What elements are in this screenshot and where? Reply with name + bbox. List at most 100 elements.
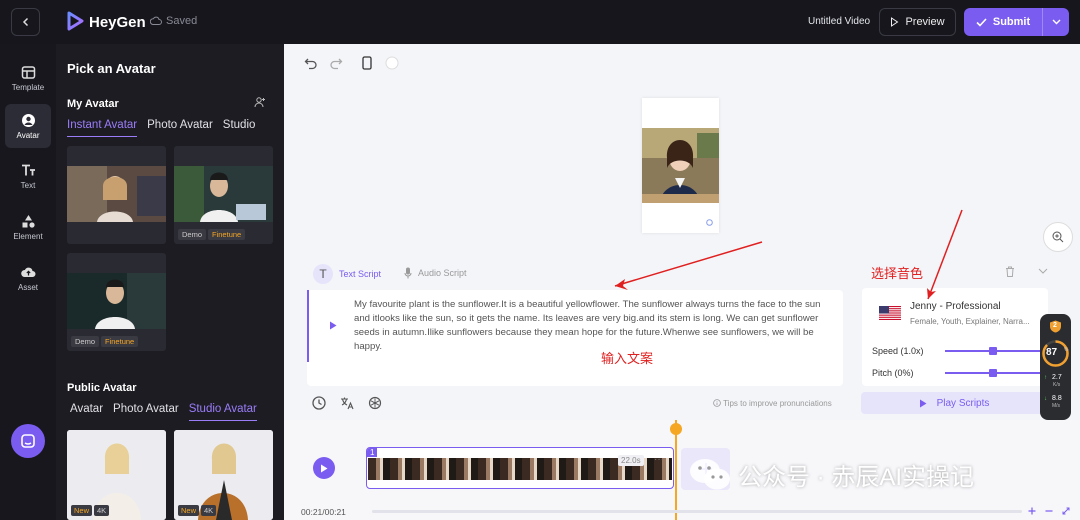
script-toolbar — [312, 396, 382, 410]
usage-percent: 87 — [1046, 347, 1058, 358]
tab-photo-avatar[interactable]: Photo Avatar — [147, 119, 213, 137]
tab-text-script[interactable]: T Text Script — [313, 264, 381, 284]
play-outline-icon — [891, 17, 899, 27]
more-icon[interactable]: ··· — [654, 454, 664, 465]
tab-audio-script[interactable]: Audio Script — [404, 267, 467, 279]
add-user-icon — [254, 97, 265, 108]
rail-label-element: Element — [13, 231, 43, 241]
chevron-down-icon[interactable] — [1038, 268, 1048, 274]
submit-dropdown[interactable] — [1043, 19, 1069, 25]
play-scripts-label: Play Scripts — [936, 397, 990, 409]
video-title[interactable]: Untitled Video — [808, 16, 870, 27]
preview-button[interactable]: Preview — [879, 8, 956, 36]
avatar-icon — [21, 113, 35, 127]
play-scripts-button[interactable]: Play Scripts — [861, 392, 1047, 414]
avatar-card[interactable]: Demo Finetune — [174, 146, 273, 244]
rail-item-text[interactable]: Text — [5, 154, 51, 198]
submit-main[interactable]: Submit — [964, 8, 1043, 36]
tab-studio[interactable]: Studio — [223, 119, 256, 137]
avatar-card[interactable]: Demo Finetune — [67, 253, 166, 351]
avatar-card[interactable] — [67, 146, 166, 244]
pitch-slider-thumb[interactable] — [989, 369, 997, 377]
tab-studio-avatar[interactable]: Studio Avatar — [188, 403, 257, 421]
speed-slider-thumb[interactable] — [989, 347, 997, 355]
back-button[interactable] — [11, 8, 40, 36]
avatar-preview-image — [642, 128, 719, 203]
redo-icon[interactable] — [329, 56, 343, 70]
us-flag-icon — [879, 306, 901, 320]
playhead-knob[interactable] — [670, 423, 682, 435]
script-text[interactable]: My favourite plant is the sunflower.It i… — [354, 298, 832, 354]
frame-handle-icon[interactable] — [706, 219, 713, 226]
usage-percent-sign: % — [1064, 347, 1069, 353]
avatar-badges: New 4K — [178, 505, 217, 516]
zoom-in-icon — [1052, 231, 1064, 243]
badge-new: New — [71, 505, 93, 516]
cloud-check-icon — [150, 16, 162, 25]
voice-selector[interactable]: Jenny - Professional Female, Youth, Expl… — [862, 288, 1048, 386]
rail-item-template[interactable]: Template — [5, 56, 51, 100]
timeline-scrollbar[interactable] — [372, 510, 1022, 513]
timeline-play-button[interactable] — [313, 457, 335, 479]
trash-icon[interactable] — [1005, 266, 1015, 277]
text-script-icon: T — [313, 264, 333, 284]
chevron-left-icon — [22, 17, 28, 27]
avatar-panel: Pick an Avatar My Avatar Instant Avatar … — [56, 44, 284, 520]
rail-item-element[interactable]: Element — [5, 205, 51, 249]
panel-title: Pick an Avatar — [67, 61, 156, 76]
download-speed: 8.8 — [1052, 395, 1062, 402]
tab-instant-avatar[interactable]: Instant Avatar — [67, 119, 138, 137]
play-icon — [321, 464, 328, 472]
badge-demo: Demo — [178, 229, 207, 240]
scene-clip[interactable]: 1 22.0s ··· — [366, 447, 674, 489]
voice-name: Jenny - Professional — [910, 301, 1001, 312]
badge-4k: 4K — [201, 505, 217, 516]
pitch-label: Pitch (0%) — [872, 368, 914, 378]
watermark: 公众号 · 赤辰AI实操记 — [688, 456, 974, 492]
pronunciation-tips[interactable]: Tips to improve pronunciations — [713, 399, 832, 408]
my-avatar-title: My Avatar — [67, 98, 119, 110]
tab-photo-avatar-public[interactable]: Photo Avatar — [113, 403, 179, 421]
annotation-input-text: 输入文案 — [601, 351, 654, 366]
playhead[interactable] — [675, 420, 677, 520]
undo-icon[interactable] — [304, 56, 318, 70]
public-avatar-title: Public Avatar — [67, 382, 137, 394]
badge-new: New — [178, 505, 200, 516]
script-editor[interactable]: My favourite plant is the sunflower.It i… — [307, 290, 843, 386]
add-avatar-button[interactable] — [254, 96, 266, 111]
avatar-badges: Demo Finetune — [178, 229, 246, 240]
template-icon — [21, 65, 35, 79]
pause-clock-icon[interactable] — [312, 396, 326, 410]
translate-icon[interactable] — [340, 396, 354, 410]
system-monitor-widget: 2 87 % ↑ 2.7 K/s ↓ 8.8 M/s — [1040, 314, 1071, 420]
rail-item-avatar[interactable]: Avatar — [5, 104, 51, 148]
preview-label: Preview — [905, 16, 945, 28]
brand-name: HeyGen — [89, 14, 146, 31]
video-frame[interactable] — [642, 98, 719, 233]
submit-button[interactable]: Submit — [964, 8, 1069, 36]
saved-status: Saved — [150, 15, 197, 27]
element-icon — [22, 214, 35, 228]
play-scene-icon[interactable] — [329, 321, 337, 330]
scene-indicator-bar — [307, 290, 309, 362]
audio-script-label: Audio Script — [418, 268, 467, 278]
badge-demo: Demo — [71, 336, 100, 347]
saved-label: Saved — [166, 15, 198, 27]
upload-speed: 2.7 — [1052, 374, 1062, 381]
timeline-fit[interactable] — [1060, 505, 1071, 516]
expand-icon — [1062, 507, 1069, 514]
my-avatar-tabs: Instant Avatar Photo Avatar Studio — [67, 119, 255, 137]
check-icon — [976, 17, 987, 27]
rail-item-asset[interactable]: Asset — [5, 256, 51, 300]
asset-icon — [20, 267, 35, 277]
zoom-button[interactable] — [1043, 222, 1073, 252]
help-chat-button[interactable] — [11, 424, 45, 458]
timeline-zoom-in[interactable] — [1026, 505, 1037, 516]
ai-openai-icon[interactable] — [368, 396, 382, 410]
tab-avatar[interactable]: Avatar — [70, 403, 103, 421]
avatar-card[interactable]: New 4K — [67, 430, 166, 520]
avatar-card[interactable]: New 4K — [174, 430, 273, 520]
background-color-swatch[interactable] — [385, 56, 399, 70]
timeline-zoom-out[interactable] — [1043, 505, 1054, 516]
aspect-ratio-icon[interactable] — [362, 56, 372, 70]
